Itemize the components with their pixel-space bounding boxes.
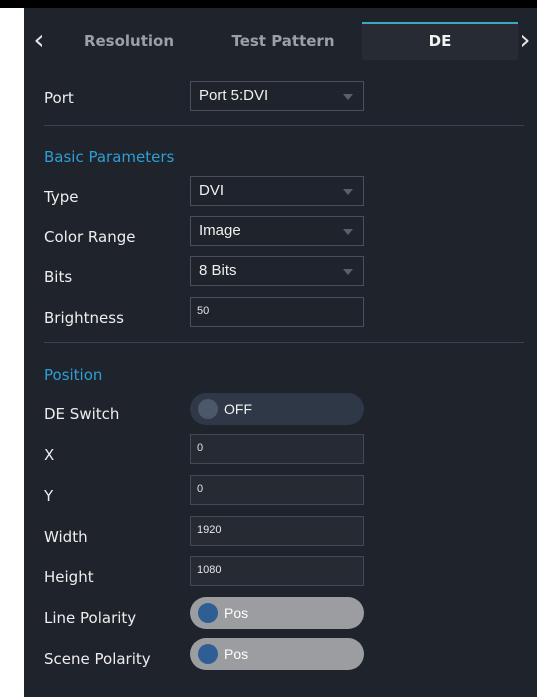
type-label: Type [44, 188, 79, 206]
port-select-value: Port 5:DVI [199, 87, 269, 104]
bits-select[interactable]: 8 Bits [190, 256, 364, 286]
position-title: Position [44, 366, 103, 384]
width-input-value: 1920 [197, 524, 222, 536]
scene-polarity-state: Pos [224, 646, 249, 662]
color-range-select-value: Image [199, 222, 241, 239]
port-label: Port [44, 89, 74, 107]
chevron-down-icon [343, 94, 353, 100]
window-top-border [0, 0, 537, 8]
line-polarity-toggle[interactable]: Pos [190, 597, 364, 629]
toggle-knob [198, 603, 218, 623]
chevron-down-icon [343, 269, 353, 275]
tab-test-pattern[interactable]: Test Pattern [208, 22, 358, 60]
width-label: Width [44, 528, 88, 546]
type-select[interactable]: DVI [190, 176, 364, 206]
color-range-select[interactable]: Image [190, 216, 364, 246]
de-switch-toggle[interactable]: OFF [190, 393, 364, 425]
brightness-input[interactable]: 50 [190, 297, 364, 327]
divider [44, 125, 524, 126]
color-range-label: Color Range [44, 228, 136, 246]
chevron-left-icon[interactable]: ‹ [26, 26, 52, 56]
height-input[interactable]: 1080 [190, 556, 364, 586]
type-select-value: DVI [199, 182, 225, 199]
bits-label: Bits [44, 268, 73, 286]
y-input-value: 0 [197, 483, 204, 495]
port-select[interactable]: Port 5:DVI [190, 81, 364, 111]
de-switch-state: OFF [224, 401, 252, 417]
y-label: Y [44, 487, 54, 505]
height-label: Height [44, 568, 94, 586]
basic-parameters-title: Basic Parameters [44, 148, 175, 166]
x-input[interactable]: 0 [190, 434, 364, 464]
brightness-input-value: 50 [197, 305, 210, 317]
chevron-down-icon [343, 229, 353, 235]
height-input-value: 1080 [197, 564, 222, 576]
line-polarity-state: Pos [224, 605, 249, 621]
tab-resolution[interactable]: Resolution [54, 22, 204, 60]
scene-polarity-toggle[interactable]: Pos [190, 638, 364, 670]
tab-bar: ‹ Resolution Test Pattern DE › [24, 8, 537, 70]
tab-de[interactable]: DE [362, 22, 518, 60]
toggle-knob [198, 644, 218, 664]
x-label: X [44, 446, 55, 464]
y-input[interactable]: 0 [190, 475, 364, 505]
bits-select-value: 8 Bits [199, 262, 237, 279]
chevron-down-icon [343, 189, 353, 195]
scene-polarity-label: Scene Polarity [44, 650, 151, 668]
brightness-label: Brightness [44, 309, 124, 327]
toggle-knob [198, 399, 218, 419]
width-input[interactable]: 1920 [190, 516, 364, 546]
divider [44, 342, 524, 343]
de-switch-label: DE Switch [44, 405, 120, 423]
chevron-right-icon[interactable]: › [512, 26, 537, 56]
active-tab-indicator [362, 22, 518, 24]
de-settings-panel: ‹ Resolution Test Pattern DE › Port Port… [24, 8, 537, 697]
line-polarity-label: Line Polarity [44, 609, 137, 627]
x-input-value: 0 [197, 442, 204, 454]
